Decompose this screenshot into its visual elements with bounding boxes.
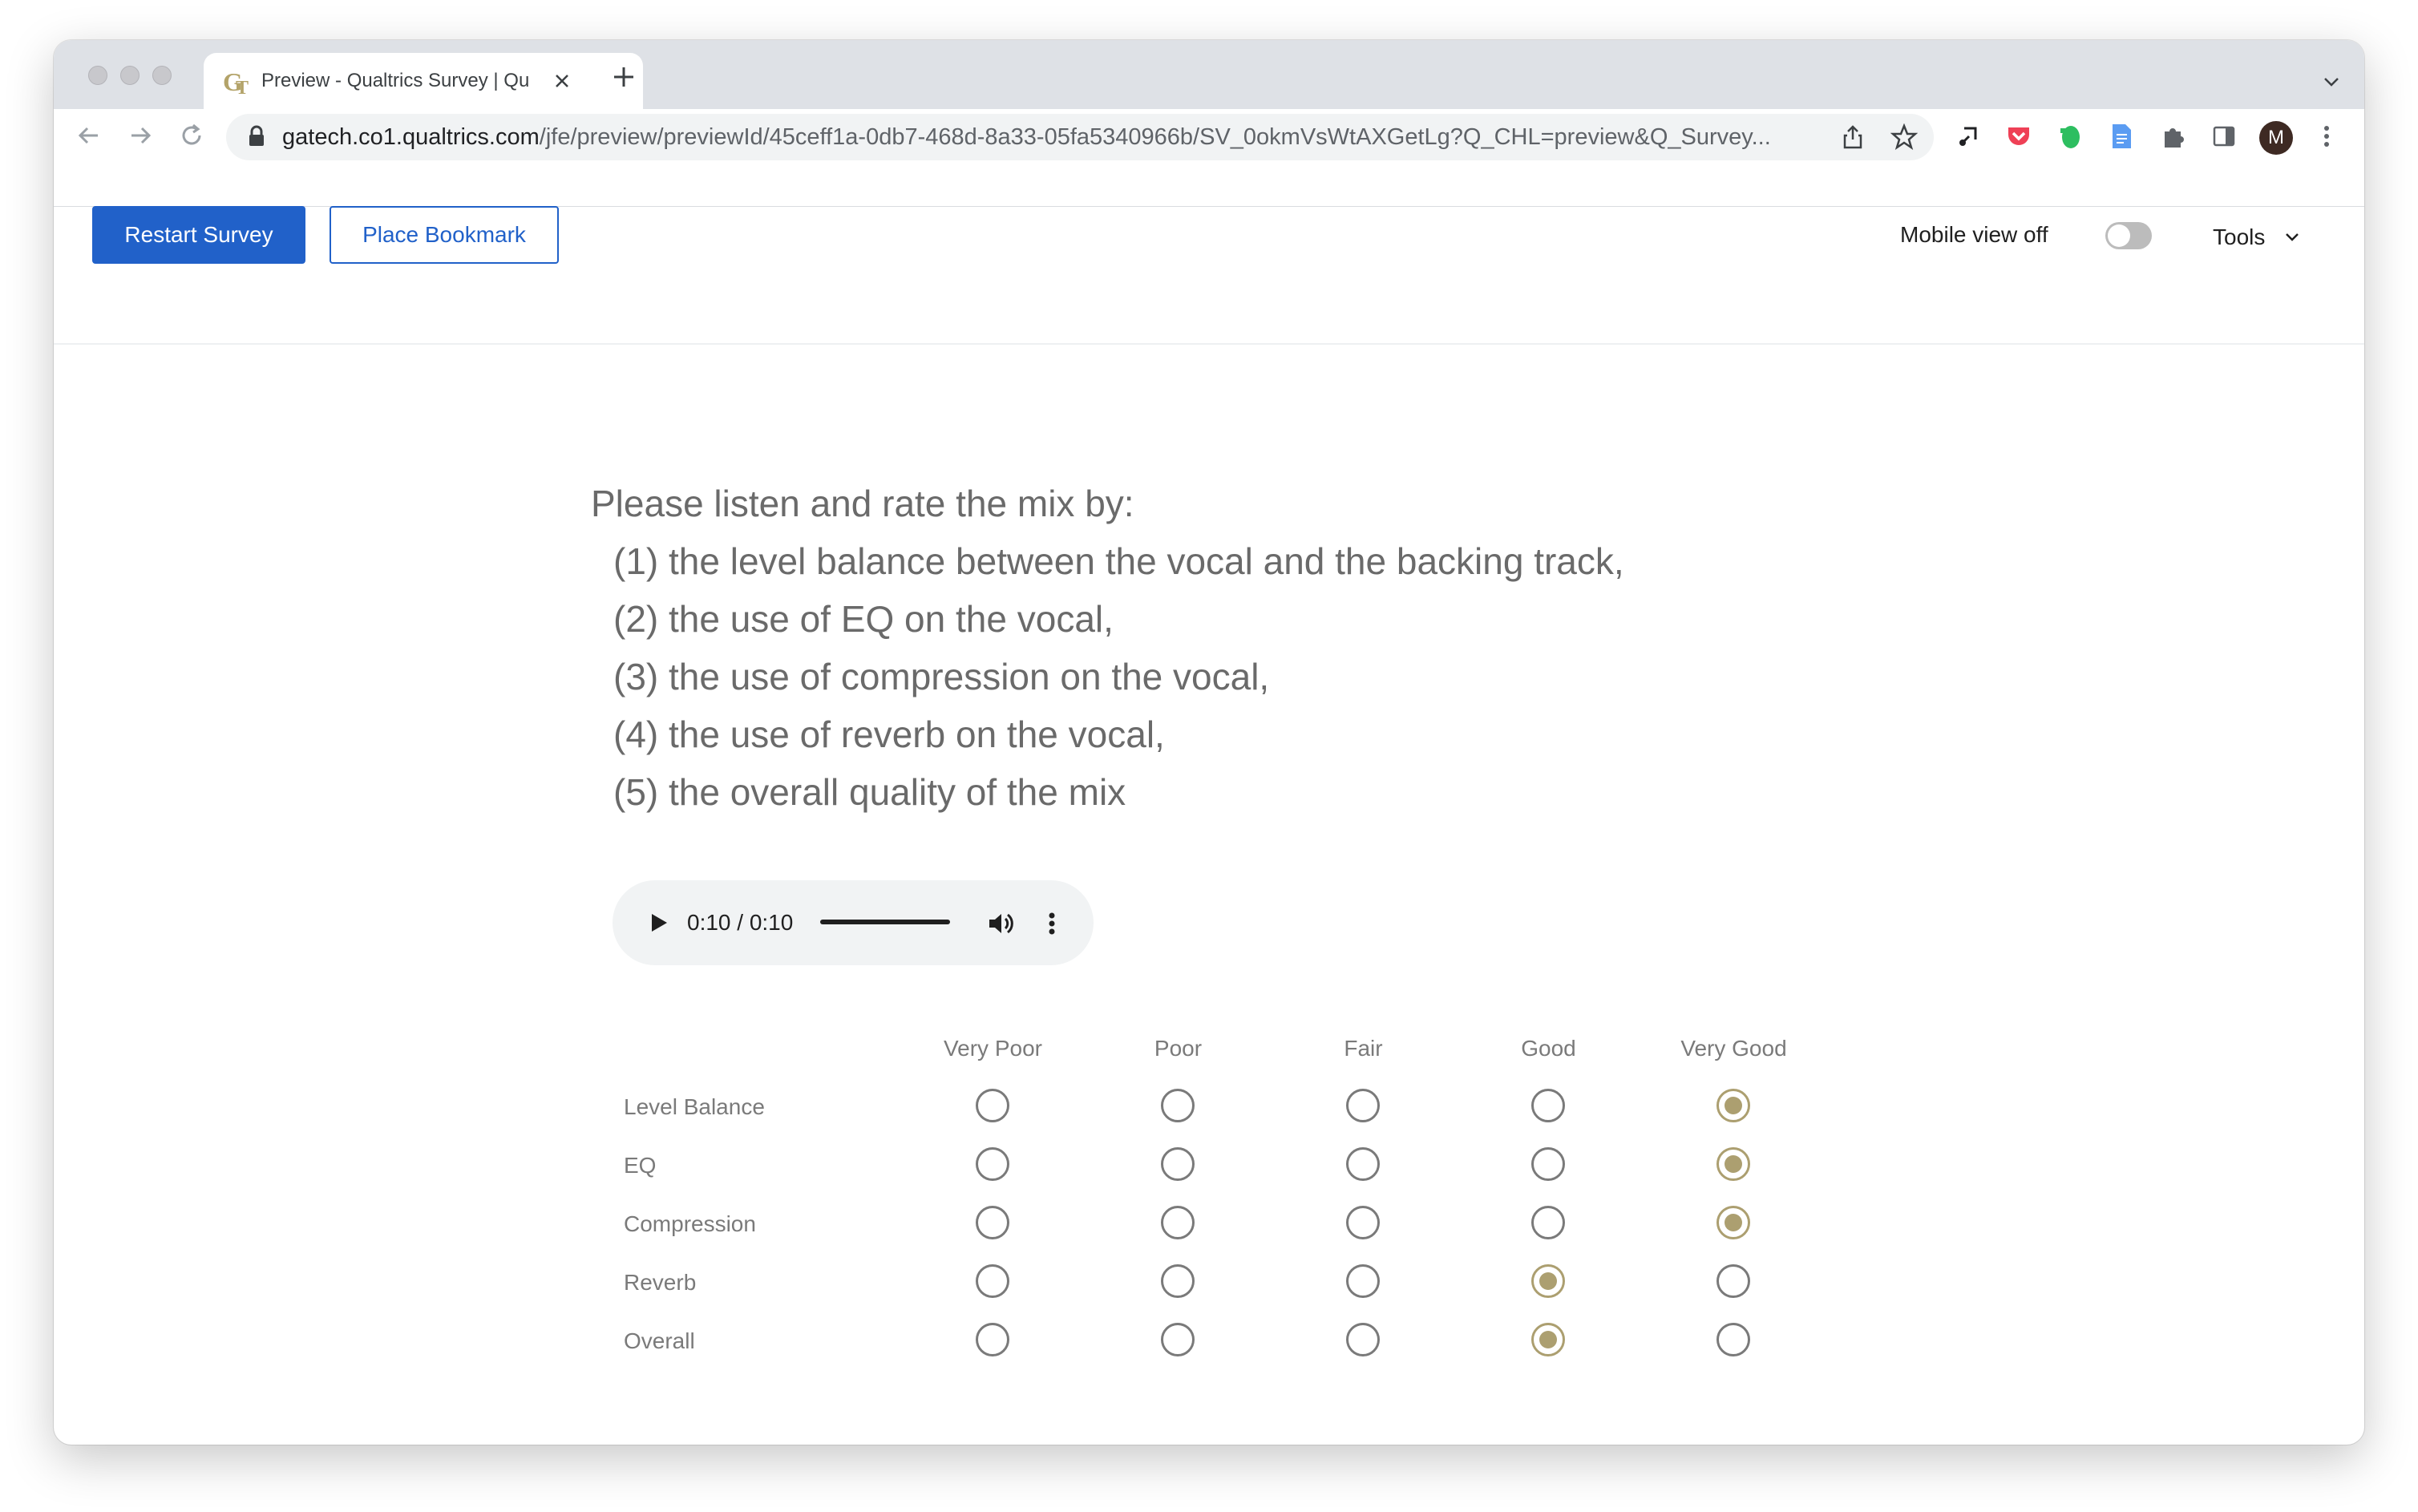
radio-reverb-fair[interactable] [1346,1264,1380,1298]
audio-time: 0:10 / 0:10 [687,910,794,935]
audio-more-options-icon[interactable] [1042,909,1061,938]
puzzle-icon[interactable] [2158,122,2187,151]
radio-eq-very-poor[interactable] [976,1147,1009,1181]
question-intro: Please listen and rate the mix by: [591,483,1134,524]
url-host: gatech.co1.qualtrics.com [282,124,540,150]
radio-level-balance-fair[interactable] [1346,1089,1380,1122]
play-icon[interactable] [646,911,670,935]
audio-seek-bar[interactable] [820,920,950,924]
radio-level-balance-very-good[interactable] [1716,1089,1750,1122]
sidepanel-icon[interactable] [2210,122,2238,151]
radio-reverb-poor[interactable] [1161,1264,1195,1298]
row-label-compression: Compression [624,1211,756,1236]
radio-reverb-very-poor[interactable] [976,1264,1009,1298]
question-item: (5) the overall quality of the mix [613,771,1126,813]
row-label-overall: Overall [624,1328,695,1353]
radio-reverb-very-good[interactable] [1716,1264,1750,1298]
docs-icon[interactable] [2107,122,2136,151]
avatar[interactable]: M [2259,121,2293,155]
close-tab-icon[interactable] [553,72,571,90]
question-item: (4) the use of reverb on the vocal, [613,714,1165,755]
kebab-menu-icon[interactable] [2312,122,2341,151]
question-text: Please listen and rate the mix by: (1) t… [591,475,1793,821]
tab-search-chevron-icon[interactable] [2322,72,2341,91]
radio-compression-good[interactable] [1531,1206,1565,1239]
radio-eq-good[interactable] [1531,1147,1565,1181]
radio-eq-poor[interactable] [1161,1147,1195,1181]
column-header: Poor [1154,1036,1203,1061]
chevron-down-icon[interactable] [2283,228,2301,245]
column-header: Very Good [1680,1036,1787,1061]
radio-overall-good[interactable] [1531,1323,1565,1356]
column-header: Fair [1344,1036,1383,1061]
gatech-favicon-icon: G T [223,67,249,96]
back-icon[interactable] [75,122,103,149]
place-bookmark-button[interactable]: Place Bookmark [330,206,559,264]
forward-icon[interactable] [127,122,154,149]
row-label-reverb: Reverb [624,1270,697,1295]
new-tab-icon[interactable] [613,66,635,88]
radio-level-balance-poor[interactable] [1161,1089,1195,1122]
question-item: (3) the use of compression on the vocal, [613,656,1270,697]
question-item: (1) the level balance between the vocal … [613,540,1624,582]
pocket-icon[interactable] [2004,122,2033,151]
volume-icon[interactable] [986,909,1015,938]
lock-icon[interactable] [247,125,266,148]
reload-icon[interactable] [178,122,205,149]
radio-overall-very-poor[interactable] [976,1323,1009,1356]
question-item: (2) the use of EQ on the vocal, [613,598,1114,640]
row-label-level-balance: Level Balance [624,1094,765,1119]
extension-icon[interactable] [1953,122,1982,151]
radio-compression-very-good[interactable] [1716,1206,1750,1239]
share-icon[interactable] [1839,123,1866,151]
evernote-icon[interactable] [2056,122,2084,151]
close-window-button[interactable] [88,66,107,85]
radio-eq-very-good[interactable] [1716,1147,1750,1181]
radio-overall-poor[interactable] [1161,1323,1195,1356]
radio-level-balance-good[interactable] [1531,1089,1565,1122]
minimize-window-button[interactable] [120,66,140,85]
toggle-knob [2108,224,2130,247]
radio-level-balance-very-poor[interactable] [976,1089,1009,1122]
radio-overall-fair[interactable] [1346,1323,1380,1356]
radio-overall-very-good[interactable] [1716,1323,1750,1356]
row-label-eq: EQ [624,1153,657,1178]
mobile-view-label: Mobile view off [1900,222,2048,247]
tab-title: Preview - Qualtrics Survey | Qu [261,70,530,91]
tab-qualtrics-preview[interactable]: G T Preview - Qualtrics Survey | Qu [204,53,643,109]
star-icon[interactable] [1890,123,1918,151]
column-header: Very Poor [944,1036,1042,1061]
url-path: /jfe/preview/previewId/45ceff1a-0db7-468… [539,124,1771,150]
zoom-window-button[interactable] [152,66,172,85]
radio-compression-fair[interactable] [1346,1206,1380,1239]
restart-survey-button[interactable]: Restart Survey [92,206,305,264]
radio-compression-very-poor[interactable] [976,1206,1009,1239]
radio-reverb-good[interactable] [1531,1264,1565,1298]
tools-menu[interactable]: Tools [2213,220,2265,254]
url-text[interactable]: gatech.co1.qualtrics.com/jfe/preview/pre… [282,114,1826,160]
radio-eq-fair[interactable] [1346,1147,1380,1181]
svg-text:T: T [236,78,249,96]
radio-compression-poor[interactable] [1161,1206,1195,1239]
column-header: Good [1521,1036,1576,1061]
